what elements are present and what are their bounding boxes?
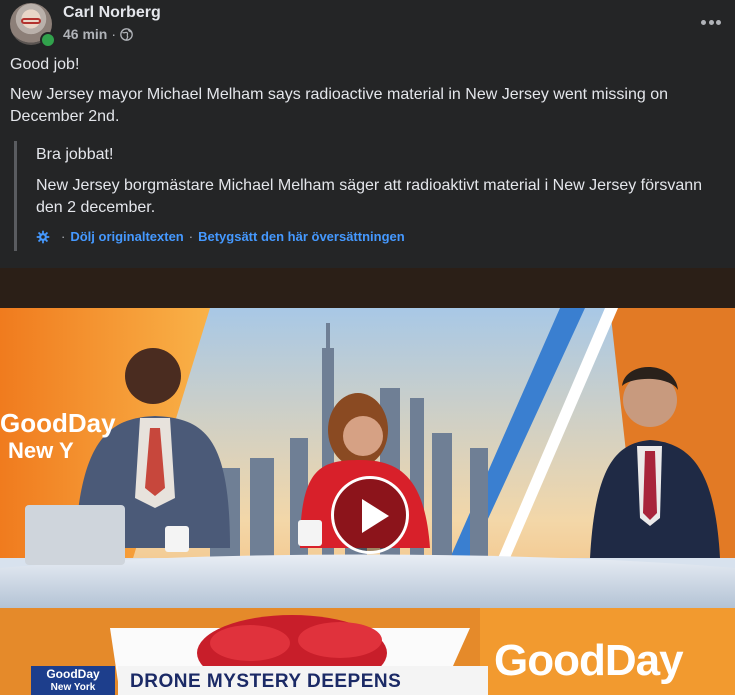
post-meta: 46 min · [63,26,133,42]
translated-text-paragraph: New Jersey borgmästare Michael Melham sä… [36,177,703,216]
translation-quote-bar [14,141,17,251]
post-text-line: Good job! [10,56,80,73]
news-headline: DRONE MYSTERY DEEPENS [118,666,488,695]
lower-third-banner: GoodDay New York DRONE MYSTERY DEEPENS [31,666,488,695]
post-time[interactable]: 46 min [63,26,107,42]
author-name[interactable]: Carl Norberg [63,4,161,22]
video-player[interactable]: GoodDay New Y GoodDay GoodDay New York D… [0,268,735,695]
more-dot [708,19,714,25]
studio-logo-left-sub: New Y [8,438,74,463]
play-icon[interactable] [331,476,409,554]
translation-controls: · Dölj originaltexten · Betygsätt den hä… [36,229,405,244]
more-options-icon[interactable] [701,14,721,30]
hide-original-link[interactable]: Dölj originaltexten [70,229,183,244]
online-status-indicator [40,32,56,48]
post-text-paragraph: New Jersey mayor Michael Melham says rad… [10,86,669,125]
more-dot [716,19,721,25]
channel-bug-line1: GoodDay [46,667,100,681]
channel-bug-line2: New York [50,682,96,693]
translated-text-line: Bra jobbat! [36,146,114,163]
more-dot [701,19,706,25]
studio-logo-left: GoodDay [0,408,116,438]
studio-logo-right: GoodDay [494,636,684,685]
gear-icon[interactable] [36,230,50,244]
meta-separator: · [111,26,117,42]
play-triangle [362,499,389,533]
post-header: Carl Norberg 46 min · [0,0,735,50]
channel-bug: GoodDay New York [31,666,115,695]
globe-icon[interactable] [120,27,133,41]
translate-separator: · [188,229,194,244]
rate-translation-link[interactable]: Betygsätt den här översättningen [198,229,405,244]
avatar-glasses [21,18,41,24]
translate-separator: · [61,229,66,244]
